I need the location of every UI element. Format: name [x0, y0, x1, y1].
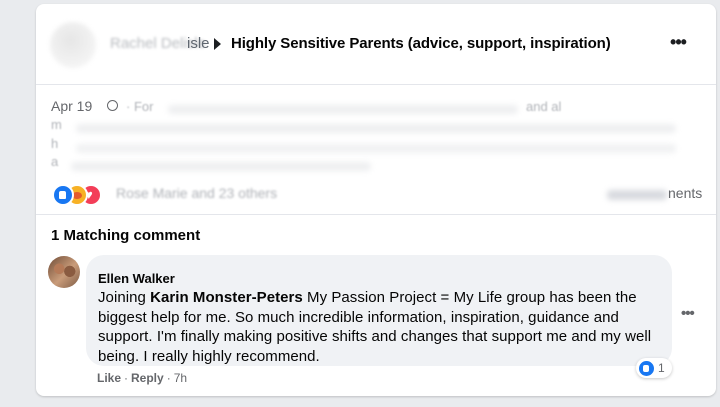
matching-comments-title: 1 Matching comment [51, 227, 201, 244]
comment-text: Joining Karin Monster-Peters My Passion … [98, 288, 654, 366]
post-text-fragment: h [51, 136, 59, 151]
reactions-text[interactable]: Rose Marie and 23 others [116, 185, 277, 201]
comment-author[interactable]: Ellen Walker [98, 271, 175, 286]
comment-reaction-badge[interactable]: 1 [636, 358, 672, 378]
comment-like-button[interactable]: Like [97, 371, 121, 385]
group-name-link[interactable]: Highly Sensitive Parents (advice, suppor… [231, 35, 611, 52]
comment-actions: Like · Reply · 7h [97, 371, 187, 385]
poster-avatar[interactable] [50, 22, 96, 68]
separator: · [166, 371, 171, 385]
post-text-blur [76, 124, 676, 133]
comment-timestamp[interactable]: 7h [174, 371, 187, 385]
post-text-blur [71, 162, 371, 171]
post-card: Rachel Delisle isle Highly Sensitive Par… [36, 4, 716, 396]
comment-bubble: Ellen Walker Joining Karin Monster-Peter… [86, 255, 672, 366]
comment-reply-button[interactable]: Reply [131, 371, 164, 385]
triangle-right-icon [214, 38, 221, 50]
commenter-avatar[interactable] [48, 256, 80, 288]
comment-more-icon[interactable]: ••• [681, 305, 695, 322]
post-date[interactable]: Apr 19 [51, 98, 92, 114]
comment-reaction-count: 1 [658, 361, 665, 375]
post-text-fragment: m [51, 117, 62, 132]
poster-name-visible[interactable]: isle [187, 35, 210, 52]
comment-text-before: Joining [98, 289, 151, 306]
post-text-blur [76, 144, 676, 153]
more-options-icon[interactable]: ••• [666, 32, 690, 56]
post-text-fragment: a [51, 154, 59, 169]
post-text-fragment: · For [126, 99, 154, 114]
comments-count-blur [607, 190, 667, 200]
separator: · [124, 371, 129, 385]
post-body: Apr 19 · For and al m h a Rose Marie and… [36, 84, 716, 215]
comments-count-link[interactable]: nents [668, 185, 702, 201]
post-text-blur [168, 105, 518, 114]
like-icon [639, 361, 654, 376]
comment-mention-link[interactable]: Karin Monster-Peters [150, 289, 303, 306]
like-reaction-icon [52, 184, 74, 206]
post-text-fragment: and al [526, 99, 562, 114]
post-header: Rachel Delisle isle Highly Sensitive Par… [36, 4, 716, 85]
globe-icon [107, 100, 118, 111]
